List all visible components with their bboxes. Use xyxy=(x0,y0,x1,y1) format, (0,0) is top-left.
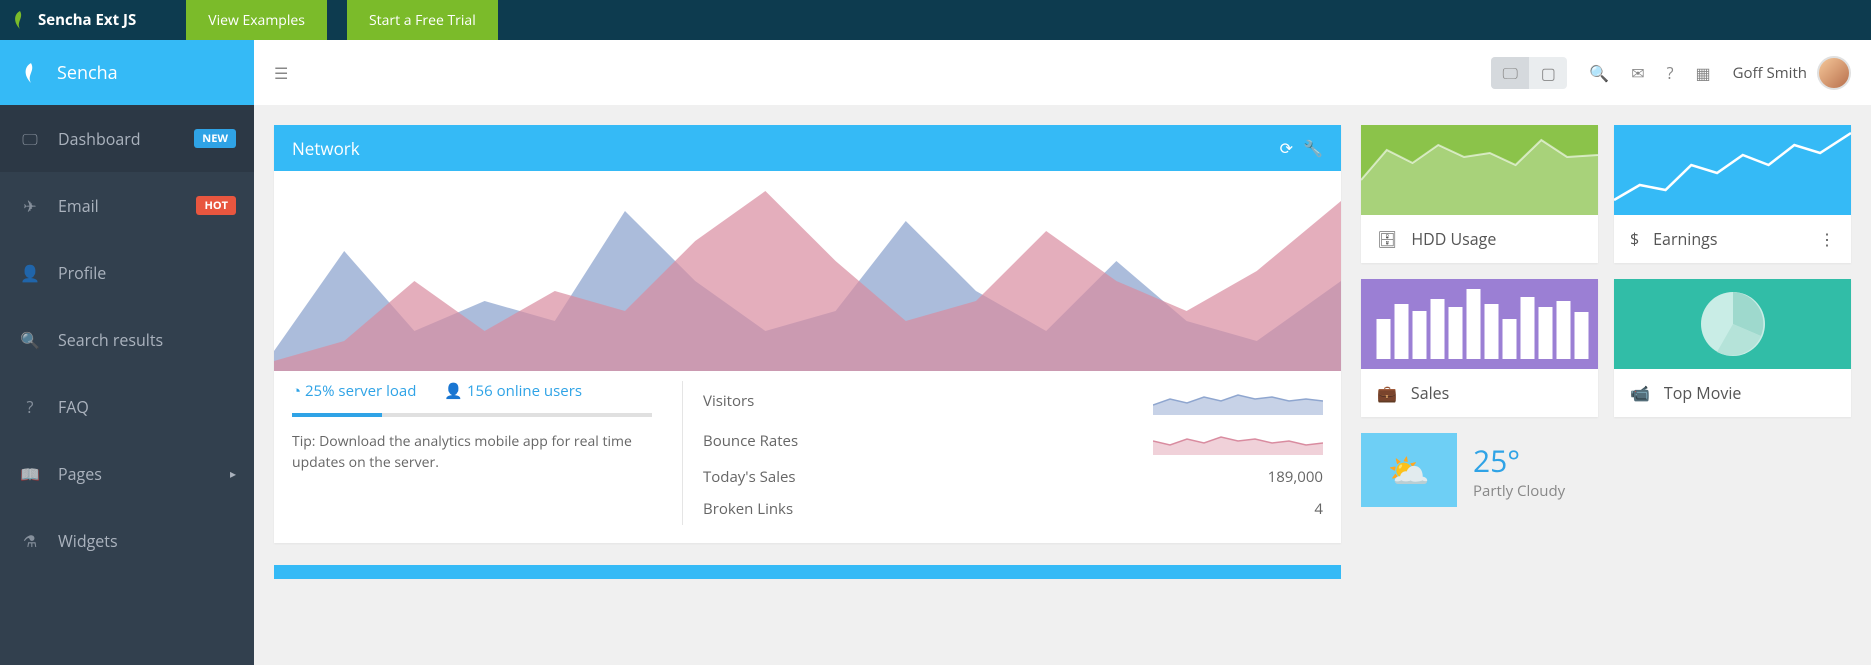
dollar-icon: $ xyxy=(1630,228,1639,250)
sidebar-item-label: Dashboard xyxy=(58,128,141,150)
tablet-toggle[interactable]: ▢ xyxy=(1529,57,1567,89)
more-icon[interactable]: ⋮ xyxy=(1819,228,1835,250)
sales-card[interactable]: 💼 Sales xyxy=(1361,279,1598,417)
network-panel: Network ⟳ 🔧 xyxy=(274,125,1341,543)
hot-badge: HOT xyxy=(196,196,236,215)
user-name: Goff Smith xyxy=(1733,63,1807,83)
hdd-sparkline xyxy=(1361,125,1598,215)
sidebar-item-label: Profile xyxy=(58,262,106,284)
flask-icon: ⚗ xyxy=(20,530,40,552)
refresh-icon[interactable]: ⟳ xyxy=(1280,137,1293,159)
metric-sales: Today's Sales 189,000 xyxy=(703,461,1323,493)
metric-bounce: Bounce Rates xyxy=(703,421,1323,461)
question-icon: ? xyxy=(20,396,40,418)
sidebar-item-widgets[interactable]: ⚗ Widgets xyxy=(0,507,254,574)
server-load-progress xyxy=(292,413,652,417)
desktop-toggle[interactable]: 🖵 xyxy=(1491,57,1529,89)
pie-icon: ◔ xyxy=(292,381,301,401)
card-label: Sales xyxy=(1411,382,1449,404)
chevron-right-icon: ▸ xyxy=(230,465,236,482)
free-trial-button[interactable]: Start a Free Trial xyxy=(347,0,498,40)
metric-label: Bounce Rates xyxy=(703,431,798,451)
metric-label: Today's Sales xyxy=(703,467,796,487)
book-icon: 📖 xyxy=(20,463,40,485)
sidebar-item-label: Widgets xyxy=(58,530,118,552)
metric-value: 4 xyxy=(1314,499,1323,519)
sencha-leaf-icon xyxy=(20,62,42,84)
top-promo-bar: Sencha Ext JS View Examples Start a Free… xyxy=(0,0,1871,40)
brand-text: Sencha Ext JS xyxy=(38,10,136,30)
search-icon[interactable]: 🔍 xyxy=(1589,62,1609,84)
device-toggle: 🖵 ▢ xyxy=(1491,57,1567,89)
sidebar-item-label: Search results xyxy=(58,329,163,351)
sidebar-item-email[interactable]: ✈ Email HOT xyxy=(0,172,254,239)
sidebar-item-search[interactable]: 🔍 Search results xyxy=(0,306,254,373)
user-icon: 👤 xyxy=(444,381,463,401)
grid-icon[interactable]: ▦ xyxy=(1696,62,1711,84)
user-icon: 👤 xyxy=(20,262,40,284)
metric-label: Broken Links xyxy=(703,499,793,519)
sencha-leaf-icon xyxy=(10,10,30,30)
metric-label: Visitors xyxy=(703,391,754,411)
brand-logo: Sencha Ext JS xyxy=(10,10,136,30)
database-icon: 🗄 xyxy=(1377,228,1397,250)
earnings-sparkline xyxy=(1614,125,1851,215)
online-users-stat: 👤 156 online users xyxy=(444,381,582,401)
wrench-icon[interactable]: 🔧 xyxy=(1303,137,1323,159)
server-load-stat: ◔ 25% server load xyxy=(292,381,416,401)
sidebar-item-faq[interactable]: ? FAQ xyxy=(0,373,254,440)
network-area-chart xyxy=(274,171,1341,371)
weather-temp: 25° xyxy=(1473,440,1565,481)
metric-links: Broken Links 4 xyxy=(703,493,1323,525)
app-header: ☰ 🖵 ▢ 🔍 ✉ ? ▦ Goff Smith xyxy=(254,40,1871,105)
movie-pie xyxy=(1614,279,1851,369)
sidebar-brand-label: Sencha xyxy=(57,61,118,85)
visitors-sparkline xyxy=(1153,387,1323,415)
weather-widget: ⛅ 25° Partly Cloudy xyxy=(1361,433,1851,507)
sidebar-item-dashboard[interactable]: 🖵 Dashboard NEW xyxy=(0,105,254,172)
sales-bars xyxy=(1361,279,1598,369)
avatar xyxy=(1817,56,1851,90)
panel-header-stub xyxy=(274,565,1341,579)
monitor-icon: 🖵 xyxy=(20,128,40,150)
card-label: Earnings xyxy=(1653,228,1717,250)
sidebar-item-label: Email xyxy=(58,195,99,217)
user-menu[interactable]: Goff Smith xyxy=(1733,56,1851,90)
card-label: Top Movie xyxy=(1664,382,1741,404)
new-badge: NEW xyxy=(194,129,236,148)
hdd-card[interactable]: 🗄 HDD Usage xyxy=(1361,125,1598,263)
sidebar-item-pages[interactable]: 📖 Pages ▸ xyxy=(0,440,254,507)
tip-text: Tip: Download the analytics mobile app f… xyxy=(292,431,652,473)
help-icon[interactable]: ? xyxy=(1667,62,1674,84)
panel-title: Network xyxy=(292,137,360,160)
sidebar-item-profile[interactable]: 👤 Profile xyxy=(0,239,254,306)
bounce-sparkline xyxy=(1153,427,1323,455)
sidebar-item-label: Pages xyxy=(58,463,102,485)
card-label: HDD Usage xyxy=(1411,228,1496,250)
weather-condition: Partly Cloudy xyxy=(1473,481,1565,501)
menu-toggle-icon[interactable]: ☰ xyxy=(274,62,288,84)
earnings-card[interactable]: $ Earnings ⋮ xyxy=(1614,125,1851,263)
weather-icon: ⛅ xyxy=(1361,433,1457,507)
metric-visitors: Visitors xyxy=(703,381,1323,421)
view-examples-button[interactable]: View Examples xyxy=(186,0,327,40)
video-icon: 📹 xyxy=(1630,382,1650,404)
briefcase-icon: 💼 xyxy=(1377,382,1397,404)
metric-value: 189,000 xyxy=(1268,467,1323,487)
sidebar-item-label: FAQ xyxy=(58,396,89,418)
movie-card[interactable]: 📹 Top Movie xyxy=(1614,279,1851,417)
search-icon: 🔍 xyxy=(20,329,40,351)
panel-header: Network ⟳ 🔧 xyxy=(274,125,1341,171)
sidebar-brand[interactable]: Sencha xyxy=(0,40,254,105)
send-icon: ✈ xyxy=(20,195,40,217)
sidebar: Sencha 🖵 Dashboard NEW ✈ Email HOT 👤 Pro… xyxy=(0,40,254,665)
mail-icon[interactable]: ✉ xyxy=(1631,62,1644,84)
